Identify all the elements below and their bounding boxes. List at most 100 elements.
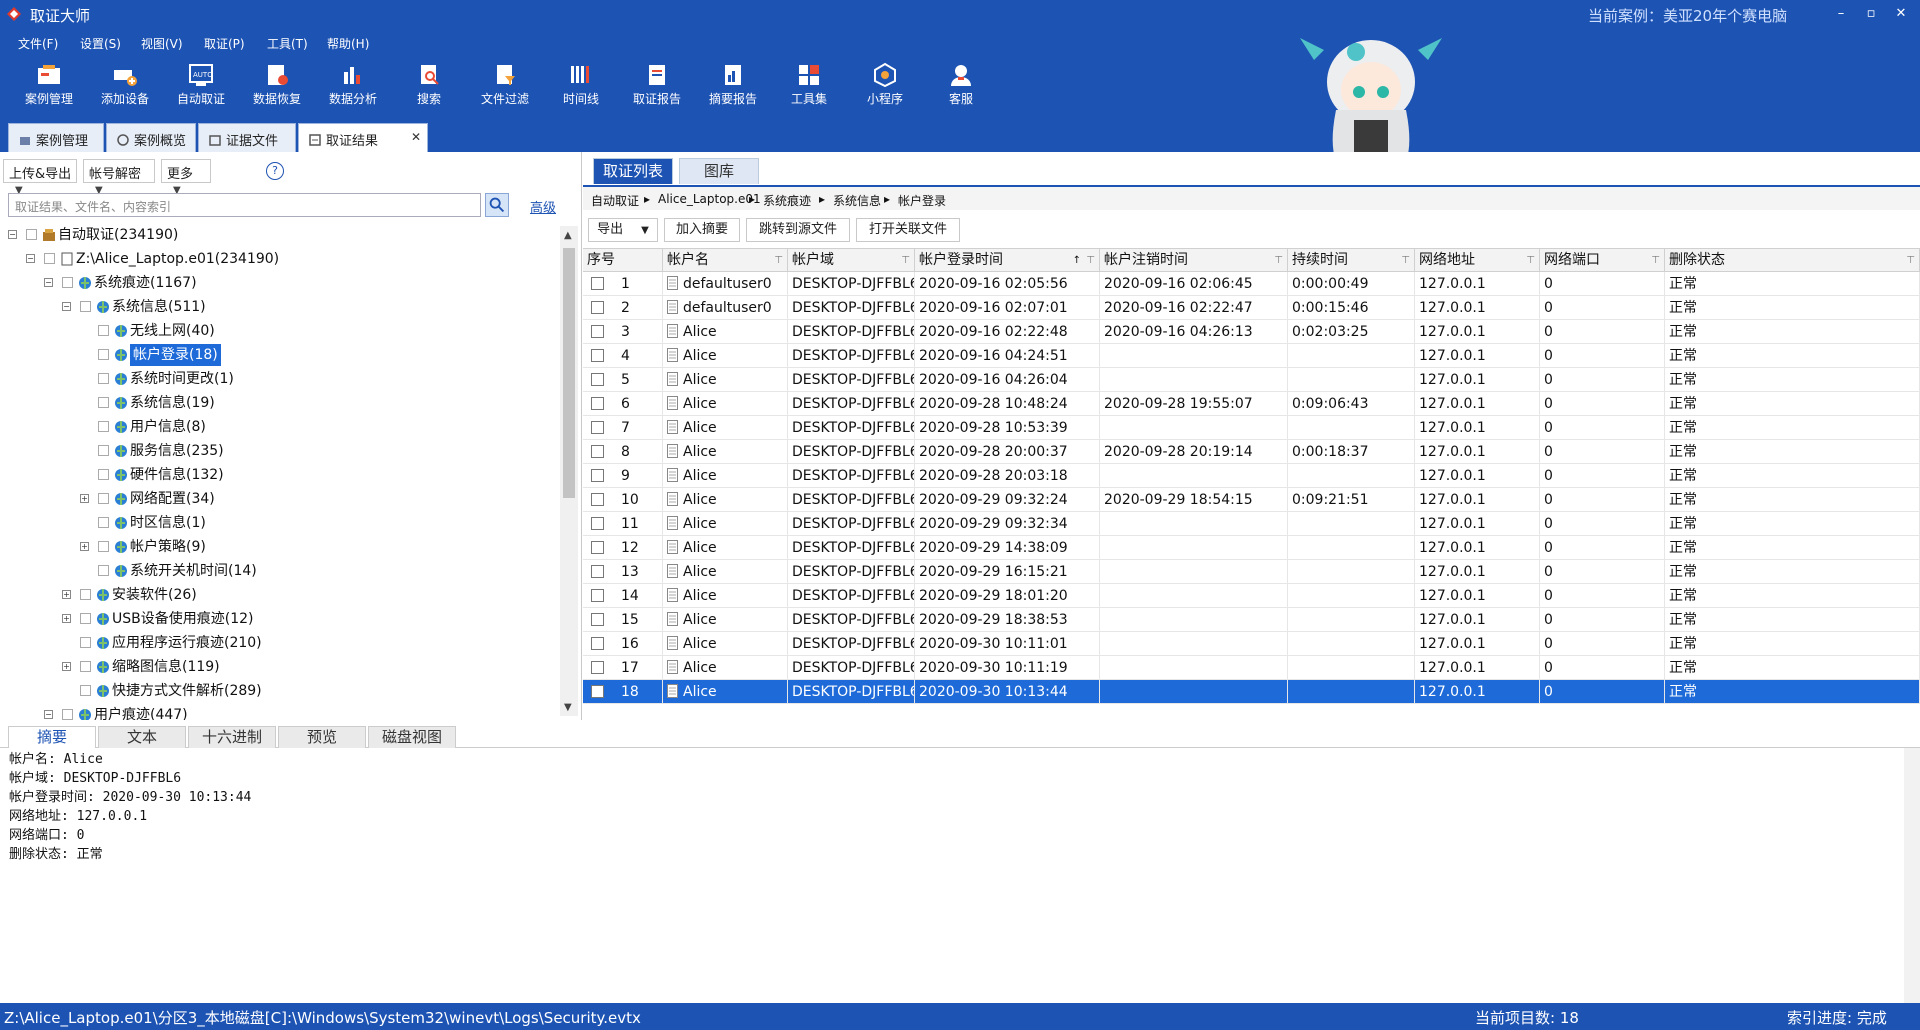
add-summary-button[interactable]: 加入摘要 — [664, 218, 740, 242]
tree-checkbox[interactable] — [98, 541, 109, 552]
column-header[interactable]: 帐户域 ⊤ — [788, 248, 915, 272]
tab-disk-view[interactable]: 磁盘视图 — [368, 726, 456, 748]
tree-node[interactable]: 系统开关机时间(14) — [0, 560, 558, 582]
table-row[interactable]: 8 Alice DESKTOP-DJFFBL6 2020-09-28 20:00:37… — [583, 440, 1920, 464]
row-checkbox[interactable] — [591, 541, 604, 554]
tree-checkbox[interactable] — [98, 325, 109, 336]
tree-node[interactable]: 服务信息(235) — [0, 440, 558, 462]
tree-checkbox[interactable] — [98, 469, 109, 480]
tree-node[interactable]: − 用户痕迹(447) — [0, 704, 558, 720]
scroll-up-icon[interactable]: ▲ — [564, 230, 572, 241]
tree-node[interactable]: 无线上网(40) — [0, 320, 558, 342]
breadcrumb-item[interactable]: 系统痕迹 — [763, 192, 811, 209]
tab-forensics-results[interactable]: 取证结果 ✕ — [298, 123, 428, 152]
table-row-selected[interactable]: 18 Alice DESKTOP-DJFFBL6 2020-09-30 10:13:4… — [583, 680, 1920, 704]
sort-ascending-icon[interactable]: ↑ — [1073, 249, 1081, 272]
tree-checkbox[interactable] — [98, 517, 109, 528]
data-recovery-button[interactable]: 数据恢复 — [242, 62, 312, 107]
column-header[interactable]: 网络端口 ⊤ — [1540, 248, 1665, 272]
close-tab-icon[interactable]: ✕ — [411, 130, 421, 144]
toolkit-button[interactable]: 工具集 — [774, 62, 844, 107]
table-row[interactable]: 17 Alice DESKTOP-DJFFBL6 2020-09-30 10:11:1… — [583, 656, 1920, 680]
row-checkbox[interactable] — [591, 421, 604, 434]
search-button[interactable]: 搜索 — [394, 62, 464, 107]
more-dropdown[interactable]: 更多▼ — [161, 159, 211, 196]
tree-node[interactable]: + 缩略图信息(119) — [0, 656, 558, 678]
breadcrumb-item[interactable]: Alice_Laptop.e01 — [658, 192, 761, 206]
tree-checkbox[interactable] — [98, 349, 109, 360]
tree-node[interactable]: + 帐户策略(9) — [0, 536, 558, 558]
filter-icon[interactable]: ⊤ — [1274, 249, 1283, 272]
table-row[interactable]: 10 Alice DESKTOP-DJFFBL6 2020-09-29 09:32:2… — [583, 488, 1920, 512]
filter-icon[interactable]: ⊤ — [774, 249, 783, 272]
file-filter-button[interactable]: 文件过滤 — [470, 62, 540, 107]
table-row[interactable]: 12 Alice DESKTOP-DJFFBL6 2020-09-29 14:38:0… — [583, 536, 1920, 560]
row-checkbox[interactable] — [591, 613, 604, 626]
upload-export-dropdown[interactable]: 上传&导出▼ — [3, 159, 77, 196]
tab-case-overview[interactable]: 案例概览 — [106, 123, 196, 152]
row-checkbox[interactable] — [591, 517, 604, 530]
filter-icon[interactable]: ⊤ — [1401, 249, 1410, 272]
row-checkbox[interactable] — [591, 325, 604, 338]
tab-case-management[interactable]: 案例管理 — [8, 123, 104, 152]
column-header[interactable]: 网络地址 ⊤ — [1415, 248, 1540, 272]
row-checkbox[interactable] — [591, 373, 604, 386]
row-checkbox[interactable] — [591, 349, 604, 362]
table-row[interactable]: 6 Alice DESKTOP-DJFFBL6 2020-09-28 10:48:24… — [583, 392, 1920, 416]
tree-node[interactable]: + USB设备使用痕迹(12) — [0, 608, 558, 630]
tree-node[interactable]: 快捷方式文件解析(289) — [0, 680, 558, 702]
expand-icon[interactable]: + — [62, 590, 71, 599]
tree-checkbox[interactable] — [80, 661, 91, 672]
tab-summary[interactable]: 摘要 — [8, 726, 96, 748]
help-button[interactable]: ? — [266, 162, 284, 180]
tree-node[interactable]: − 系统痕迹(1167) — [0, 272, 558, 294]
mini-program-button[interactable]: 小程序 — [850, 62, 920, 107]
tree-node[interactable]: 时区信息(1) — [0, 512, 558, 534]
table-row[interactable]: 2 defaultuser0 DESKTOP-DJFFBL6 2020-09-16 0… — [583, 296, 1920, 320]
row-checkbox[interactable] — [591, 445, 604, 458]
tree-node[interactable]: 用户信息(8) — [0, 416, 558, 438]
tab-hex[interactable]: 十六进制 — [188, 726, 276, 748]
forensics-report-button[interactable]: 取证报告 — [622, 62, 692, 107]
menu-tools[interactable]: 工具(T) — [267, 35, 308, 52]
tree-checkbox[interactable] — [62, 277, 73, 288]
tree-checkbox[interactable] — [62, 709, 73, 720]
export-dropdown[interactable]: 导出 ▼ — [588, 218, 658, 242]
data-analysis-button[interactable]: 数据分析 — [318, 62, 388, 107]
row-checkbox[interactable] — [591, 469, 604, 482]
tab-gallery[interactable]: 图库 — [679, 158, 759, 184]
tab-evidence-files[interactable]: 证据文件 — [198, 123, 296, 152]
search-submit-button[interactable] — [485, 193, 509, 217]
tree-checkbox[interactable] — [98, 397, 109, 408]
row-checkbox[interactable] — [591, 277, 604, 290]
open-related-file-button[interactable]: 打开关联文件 — [856, 218, 960, 242]
tree-scrollbar[interactable]: ▲ ▼ — [560, 226, 578, 716]
row-checkbox[interactable] — [591, 685, 604, 698]
filter-icon[interactable]: ⊤ — [1651, 249, 1660, 272]
row-checkbox[interactable] — [591, 637, 604, 650]
expand-icon[interactable]: + — [62, 662, 71, 671]
detail-scrollbar[interactable] — [1904, 748, 1920, 1003]
scroll-down-icon[interactable]: ▼ — [564, 702, 572, 713]
table-row[interactable]: 14 Alice DESKTOP-DJFFBL6 2020-09-29 18:01:2… — [583, 584, 1920, 608]
tree-checkbox[interactable] — [80, 589, 91, 600]
collapse-icon[interactable]: − — [8, 230, 17, 239]
case-management-button[interactable]: 案例管理 — [14, 62, 84, 107]
add-device-button[interactable]: 添加设备 — [90, 62, 160, 107]
row-checkbox[interactable] — [591, 661, 604, 674]
breadcrumb-item[interactable]: 系统信息 — [833, 192, 881, 209]
tree-node[interactable]: − 自动取证(234190) — [0, 224, 558, 246]
auto-forensics-button[interactable]: AUTO 自动取证 — [166, 62, 236, 107]
row-checkbox[interactable] — [591, 301, 604, 314]
tree-checkbox[interactable] — [26, 229, 37, 240]
row-checkbox[interactable] — [591, 589, 604, 602]
expand-icon[interactable]: + — [62, 614, 71, 623]
tab-preview[interactable]: 预览 — [278, 726, 366, 748]
tree-node[interactable]: 硬件信息(132) — [0, 464, 558, 486]
column-header[interactable]: 序号 — [583, 248, 663, 272]
expand-icon[interactable]: + — [80, 494, 89, 503]
restore-button[interactable]: ▫ — [1857, 4, 1885, 24]
summary-report-button[interactable]: 摘要报告 — [698, 62, 768, 107]
minimize-button[interactable]: – — [1827, 4, 1855, 24]
breadcrumb-item[interactable]: 帐户登录 — [898, 192, 946, 209]
